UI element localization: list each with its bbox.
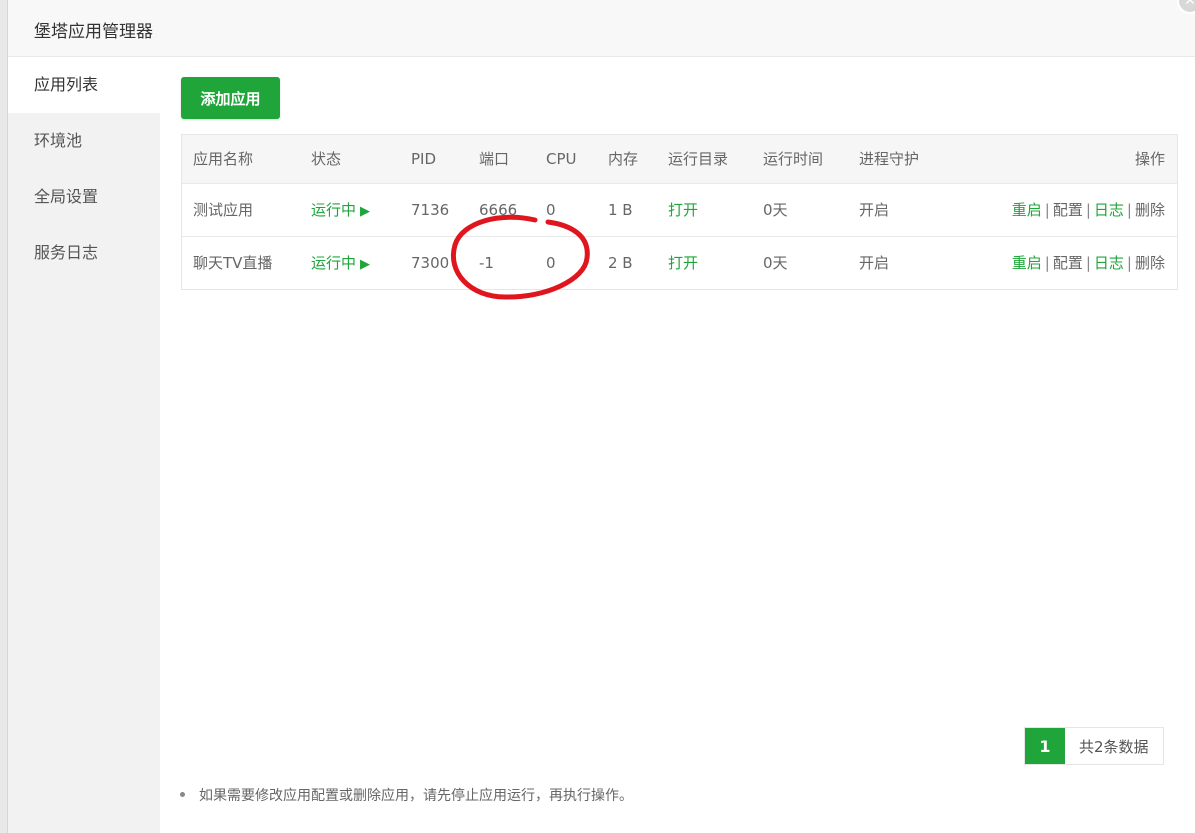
add-app-button[interactable]: 添加应用: [181, 77, 280, 119]
memory-value: 2 B: [608, 253, 633, 272]
col-header-run-dir: 运行目录: [668, 150, 729, 169]
status-badge[interactable]: 运行中: [311, 201, 356, 219]
app-name: 测试应用: [193, 201, 254, 219]
separator: |: [1126, 254, 1132, 273]
table-row: 聊天TV直播 运行中 ▶ 7300 -1 0 2 B 打开 0天 开启 重启 | 配置…: [182, 236, 1177, 289]
play-icon[interactable]: ▶: [360, 257, 370, 272]
col-header-memory: 内存: [608, 150, 639, 169]
port-value: -1: [479, 253, 494, 272]
memory-value: 1 B: [608, 200, 633, 219]
delete-link[interactable]: 删除: [1135, 254, 1165, 272]
cpu-value: 0: [546, 200, 556, 219]
tip-note: 如果需要修改应用配置或删除应用，请先停止应用运行，再执行操作。: [180, 785, 633, 805]
separator: |: [1044, 201, 1050, 219]
separator: |: [1044, 254, 1050, 273]
actions-cell: 重启 | 配置 | 日志 | 删除: [963, 183, 1177, 236]
sidebar-item-env-pool[interactable]: 环境池: [8, 113, 160, 169]
app-manager-window: 堡塔应用管理器 ✕ 应用列表 环境池 全局设置 服务日志 添加应用 应用名称 状…: [0, 0, 1195, 833]
page-button-current[interactable]: 1: [1025, 728, 1065, 764]
sidebar: 应用列表 环境池 全局设置 服务日志: [8, 57, 160, 833]
guard-value: 开启: [859, 254, 890, 273]
col-header-port: 端口: [479, 150, 510, 169]
col-header-pid: PID: [411, 149, 437, 168]
play-icon[interactable]: ▶: [360, 204, 370, 219]
guard-value: 开启: [859, 201, 890, 219]
background-window-edge: [0, 0, 8, 833]
tip-text: 如果需要修改应用配置或删除应用，请先停止应用运行，再执行操作。: [199, 788, 633, 804]
separator: |: [1085, 254, 1091, 273]
app-table: 应用名称 状态 PID 端口 CPU 内存 运行目录 运行时间 进程守护 操作: [181, 134, 1178, 290]
total-count: 共2条数据: [1065, 728, 1163, 764]
table-header-row: 应用名称 状态 PID 端口 CPU 内存 运行目录 运行时间 进程守护 操作: [182, 135, 1177, 183]
app-name: 聊天TV直播: [193, 254, 273, 273]
table-row: 测试应用 运行中 ▶ 7136 6666 0 1 B 打开 0天 开启 重启 | 配置…: [182, 183, 1177, 236]
col-header-guard: 进程守护: [859, 150, 920, 169]
col-header-cpu: CPU: [546, 149, 577, 168]
open-dir-link[interactable]: 打开: [668, 254, 698, 272]
status-badge[interactable]: 运行中: [311, 254, 356, 272]
log-link[interactable]: 日志: [1094, 254, 1124, 272]
bullet-icon: [180, 791, 185, 797]
port-value: 6666: [479, 200, 518, 219]
pagination: 1 共2条数据: [1024, 727, 1164, 765]
status-cell[interactable]: 运行中 ▶: [300, 183, 400, 236]
col-header-name: 应用名称: [193, 150, 254, 169]
restart-link[interactable]: 重启: [1012, 254, 1042, 272]
col-header-uptime: 运行时间: [763, 150, 824, 169]
sidebar-item-app-list[interactable]: 应用列表: [8, 57, 160, 113]
pid-value: 7300: [411, 253, 450, 272]
sidebar-item-global-settings[interactable]: 全局设置: [8, 169, 160, 225]
separator: |: [1085, 201, 1091, 219]
main-panel: 添加应用 应用名称 状态 PID 端口 CPU 内存 运行目录 运行时间 进程守…: [160, 57, 1195, 833]
cpu-value: 0: [546, 253, 556, 272]
window-title: 堡塔应用管理器: [34, 22, 153, 42]
uptime-value: 0天: [763, 201, 788, 219]
sidebar-item-service-log[interactable]: 服务日志: [8, 225, 160, 281]
config-link[interactable]: 配置: [1053, 201, 1083, 219]
pid-value: 7136: [411, 200, 450, 219]
open-dir-link[interactable]: 打开: [668, 201, 698, 219]
separator: |: [1126, 201, 1132, 219]
config-link[interactable]: 配置: [1053, 254, 1083, 272]
status-cell[interactable]: 运行中 ▶: [300, 236, 400, 289]
col-header-status: 状态: [311, 150, 342, 169]
restart-link[interactable]: 重启: [1012, 201, 1042, 219]
delete-link[interactable]: 删除: [1135, 201, 1165, 219]
log-link[interactable]: 日志: [1094, 201, 1124, 219]
title-bar: 堡塔应用管理器: [8, 0, 1195, 57]
col-header-actions: 操作: [1134, 150, 1165, 169]
uptime-value: 0天: [763, 254, 788, 273]
actions-cell: 重启 | 配置 | 日志 | 删除: [963, 236, 1177, 289]
